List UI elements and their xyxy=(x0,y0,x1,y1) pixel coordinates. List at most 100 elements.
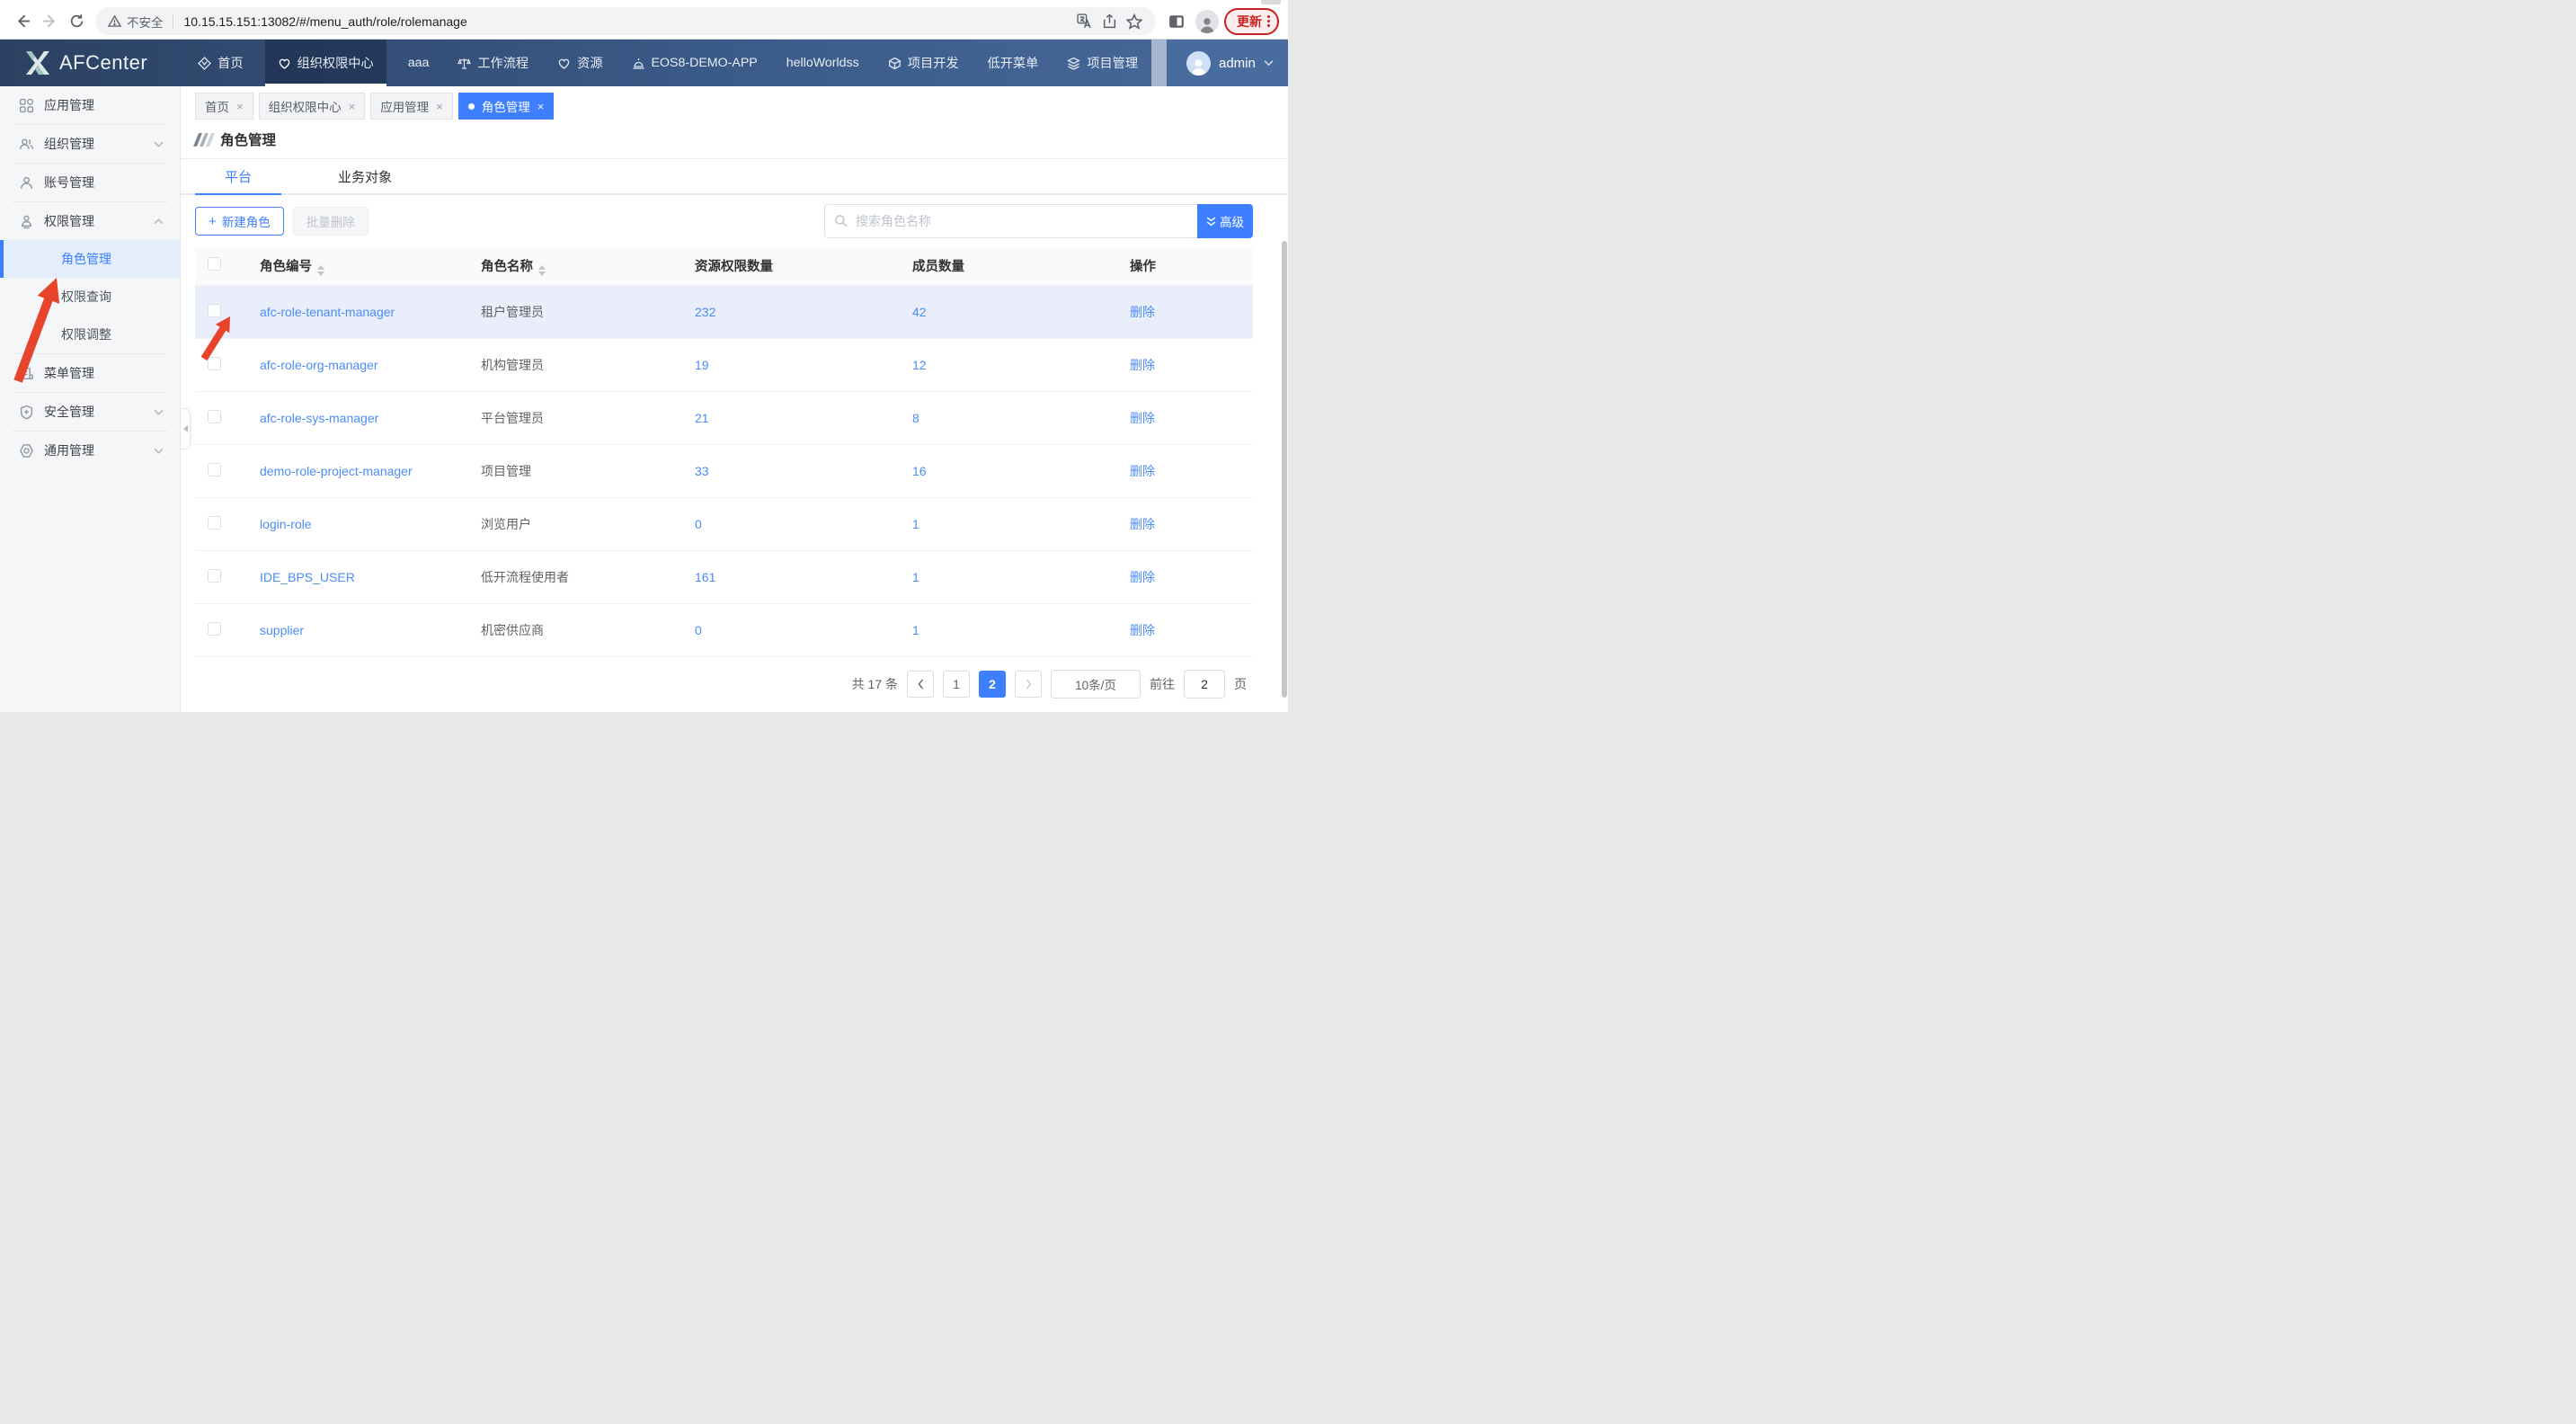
sidebar-item-menu-mgmt[interactable]: 菜单管理 xyxy=(0,354,180,392)
resource-count-link[interactable]: 0 xyxy=(680,497,898,550)
role-code-link[interactable]: supplier xyxy=(245,603,466,656)
sidebar-item-role-mgmt[interactable]: 角色管理 xyxy=(0,240,180,278)
role-code-link[interactable]: IDE_BPS_USER xyxy=(245,550,466,603)
page-scrollbar[interactable] xyxy=(1282,241,1287,698)
sidebar-item-org-mgmt[interactable]: 组织管理 xyxy=(0,125,180,163)
table-row[interactable]: IDE_BPS_USER 低开流程使用者 161 1 删除 xyxy=(195,550,1253,603)
delete-link[interactable]: 删除 xyxy=(1130,358,1155,372)
delete-link[interactable]: 删除 xyxy=(1130,305,1155,319)
col-role-code[interactable]: 角色编号 xyxy=(245,247,466,285)
search-input[interactable] xyxy=(824,204,1197,238)
resource-count-link[interactable]: 161 xyxy=(680,550,898,603)
role-code-link[interactable]: afc-role-sys-manager xyxy=(245,391,466,444)
sidebar-item-perm-mgmt[interactable]: 权限管理 xyxy=(0,202,180,240)
sidebar-collapse-handle[interactable] xyxy=(181,408,191,449)
browser-profile-avatar[interactable] xyxy=(1195,10,1219,33)
row-checkbox[interactable] xyxy=(208,463,221,476)
prev-page-button[interactable] xyxy=(907,671,934,698)
nav-item-org-auth-center[interactable]: 组织权限中心 xyxy=(265,40,386,86)
member-count-link[interactable]: 42 xyxy=(898,285,1115,338)
sidebar-item-app-mgmt[interactable]: 应用管理 xyxy=(0,86,180,124)
url-bar[interactable]: 不安全 10.15.15.151:13082/#/menu_auth/role/… xyxy=(95,7,1156,35)
member-count-link[interactable]: 1 xyxy=(898,550,1115,603)
resource-count-link[interactable]: 19 xyxy=(680,338,898,391)
member-count-link[interactable]: 16 xyxy=(898,444,1115,497)
goto-page-input[interactable] xyxy=(1184,670,1225,699)
share-icon[interactable] xyxy=(1097,9,1122,34)
resource-count-link[interactable]: 232 xyxy=(680,285,898,338)
page-tab-app-mgmt[interactable]: 应用管理 × xyxy=(370,93,453,120)
row-checkbox[interactable] xyxy=(208,410,221,423)
table-row[interactable]: demo-role-project-manager 项目管理 33 16 删除 xyxy=(195,444,1253,497)
url-text[interactable]: 10.15.15.151:13082/#/menu_auth/role/role… xyxy=(184,14,1072,29)
page-tab-role-mgmt[interactable]: 角色管理 × xyxy=(458,93,555,120)
bookmark-star-icon[interactable] xyxy=(1122,9,1147,34)
sidebar-item-perm-adjust[interactable]: 权限调整 xyxy=(0,316,180,353)
sidebar-item-security-mgmt[interactable]: 安全管理 xyxy=(0,393,180,431)
page-tab-org-auth-center[interactable]: 组织权限中心 × xyxy=(259,93,366,120)
nav-item-eos8-demo-app[interactable]: EOS8-DEMO-APP xyxy=(625,40,765,86)
tab-business-object[interactable]: 业务对象 xyxy=(315,159,414,193)
nav-item-lowcode-menu[interactable]: 低开菜单 xyxy=(981,40,1046,86)
role-code-link[interactable]: login-role xyxy=(245,497,466,550)
row-checkbox[interactable] xyxy=(208,304,221,317)
sort-icon[interactable] xyxy=(538,265,546,276)
nav-item-project-dev[interactable]: 项目开发 xyxy=(881,40,966,86)
role-code-link[interactable]: demo-role-project-manager xyxy=(245,444,466,497)
table-row[interactable]: supplier 机密供应商 0 1 删除 xyxy=(195,603,1253,656)
forward-icon[interactable] xyxy=(36,8,63,35)
next-page-button[interactable] xyxy=(1015,671,1042,698)
member-count-link[interactable]: 12 xyxy=(898,338,1115,391)
security-label[interactable]: 不安全 xyxy=(127,13,164,31)
delete-link[interactable]: 删除 xyxy=(1130,411,1155,425)
col-role-name[interactable]: 角色名称 xyxy=(466,247,680,285)
sidebar-item-general-mgmt[interactable]: 通用管理 xyxy=(0,432,180,469)
delete-link[interactable]: 删除 xyxy=(1130,517,1155,531)
nav-item-home[interactable]: 首页 xyxy=(191,40,250,86)
back-icon[interactable] xyxy=(9,8,36,35)
nav-item-resources[interactable]: 资源 xyxy=(550,40,609,86)
row-checkbox[interactable] xyxy=(208,622,221,636)
advanced-button[interactable]: 高级 xyxy=(1197,204,1253,238)
member-count-link[interactable]: 8 xyxy=(898,391,1115,444)
page-tab-home[interactable]: 首页 × xyxy=(195,93,253,120)
table-row[interactable]: afc-role-sys-manager 平台管理员 21 8 删除 xyxy=(195,391,1253,444)
page-size-select[interactable]: 10条/页 xyxy=(1051,670,1141,699)
sidebar-item-account-mgmt[interactable]: 账号管理 xyxy=(0,164,180,201)
new-role-button[interactable]: + 新建角色 xyxy=(195,207,284,236)
select-all-checkbox[interactable] xyxy=(208,257,221,271)
sidebar-item-perm-query[interactable]: 权限查询 xyxy=(0,278,180,316)
delete-link[interactable]: 删除 xyxy=(1130,623,1155,637)
sort-icon[interactable] xyxy=(317,265,324,276)
table-row[interactable]: afc-role-org-manager 机构管理员 19 12 删除 xyxy=(195,338,1253,391)
member-count-link[interactable]: 1 xyxy=(898,497,1115,550)
resource-count-link[interactable]: 33 xyxy=(680,444,898,497)
nav-item-helloworldss[interactable]: helloWorldss xyxy=(779,40,866,86)
member-count-link[interactable]: 1 xyxy=(898,603,1115,656)
page-button-1[interactable]: 1 xyxy=(943,671,970,698)
delete-link[interactable]: 删除 xyxy=(1130,570,1155,584)
close-icon[interactable]: × xyxy=(436,100,443,113)
nav-item-workflow[interactable]: 工作流程 xyxy=(450,40,536,86)
role-code-link[interactable]: afc-role-org-manager xyxy=(245,338,466,391)
resource-count-link[interactable]: 21 xyxy=(680,391,898,444)
user-menu[interactable]: admin xyxy=(1167,40,1288,86)
table-row[interactable]: afc-role-tenant-manager 租户管理员 232 42 删除 xyxy=(195,285,1253,338)
role-code-link[interactable]: afc-role-tenant-manager xyxy=(245,285,466,338)
brand[interactable]: AFCenter xyxy=(20,40,147,86)
row-checkbox[interactable] xyxy=(208,569,221,583)
batch-delete-button[interactable]: 批量删除 xyxy=(293,207,369,236)
tab-platform[interactable]: 平台 xyxy=(195,159,281,193)
browser-update-button[interactable]: 更新 xyxy=(1224,8,1279,35)
translate-icon[interactable] xyxy=(1071,9,1097,34)
table-row[interactable]: login-role 浏览用户 0 1 删除 xyxy=(195,497,1253,550)
close-icon[interactable]: × xyxy=(349,100,356,113)
resource-count-link[interactable]: 0 xyxy=(680,603,898,656)
page-button-2[interactable]: 2 xyxy=(979,671,1006,698)
nav-item-aaa[interactable]: aaa xyxy=(401,40,437,86)
row-checkbox[interactable] xyxy=(208,516,221,530)
nav-item-project-mgmt[interactable]: 项目管理 xyxy=(1060,40,1145,86)
reload-icon[interactable] xyxy=(63,8,90,35)
close-icon[interactable]: × xyxy=(236,100,244,113)
split-screen-icon[interactable] xyxy=(1163,8,1190,35)
